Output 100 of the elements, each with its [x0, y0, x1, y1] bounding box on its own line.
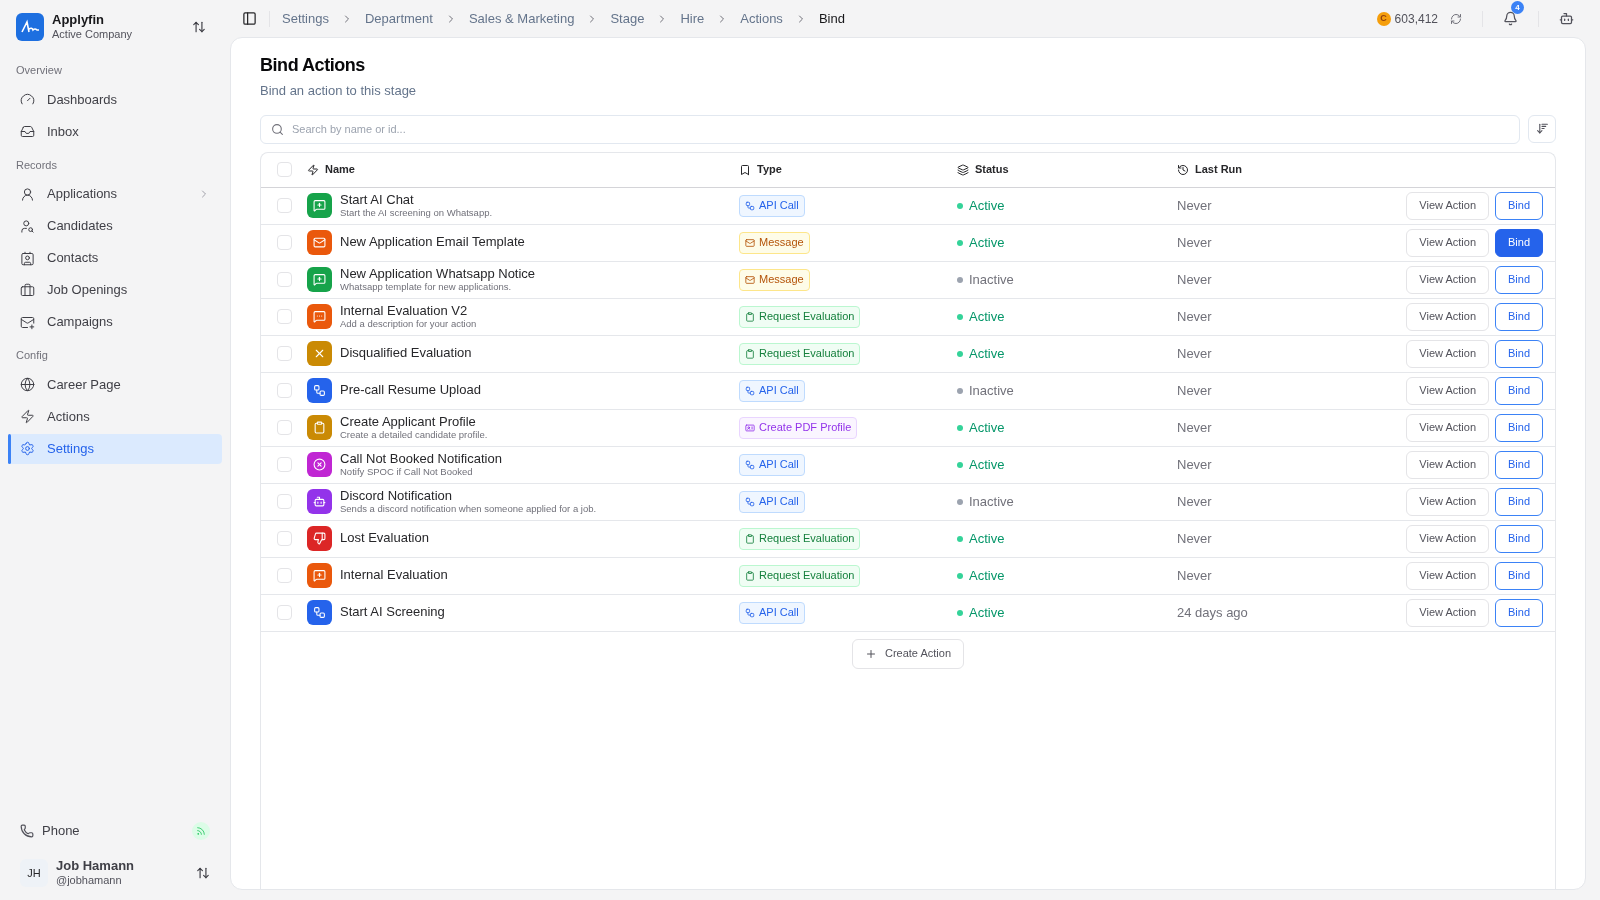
view-action-button[interactable]: View Action: [1406, 561, 1489, 590]
view-action-button[interactable]: View Action: [1406, 339, 1489, 368]
nav-item[interactable]: Inbox: [8, 116, 222, 147]
breadcrumb[interactable]: Actions: [740, 8, 783, 29]
row-checkbox[interactable]: [276, 457, 292, 472]
nav-item[interactable]: Contacts: [8, 243, 222, 273]
bind-button[interactable]: Bind: [1495, 191, 1543, 220]
action-name: Discord Notification: [340, 488, 453, 504]
view-action-button[interactable]: View Action: [1406, 191, 1489, 220]
row-checkbox[interactable]: [276, 568, 292, 583]
nav-item[interactable]: Career Page: [8, 369, 222, 400]
select-all-checkbox[interactable]: [276, 162, 292, 177]
row-checkbox[interactable]: [276, 420, 292, 435]
view-action-button[interactable]: View Action: [1406, 598, 1489, 627]
bind-button[interactable]: Bind: [1495, 302, 1543, 331]
plus-icon: [864, 647, 877, 660]
nav-item[interactable]: Settings: [8, 433, 222, 464]
notification-count: 4: [1511, 1, 1524, 14]
nav-item[interactable]: Campaigns: [8, 307, 222, 337]
search-icon: [271, 122, 284, 136]
action-name: Internal Evaluation V2: [340, 303, 469, 319]
breadcrumb[interactable]: Bind: [818, 8, 845, 29]
bind-button[interactable]: Bind: [1495, 265, 1543, 294]
bind-button[interactable]: Bind: [1495, 228, 1543, 257]
row-checkbox[interactable]: [276, 309, 292, 324]
globe-icon: [20, 377, 35, 392]
create-action-button[interactable]: Create Action: [851, 638, 964, 669]
column-header[interactable]: Last Run: [1195, 161, 1243, 178]
nodes-icon: [745, 496, 755, 507]
bind-button[interactable]: Bind: [1495, 487, 1543, 516]
breadcrumb[interactable]: Hire: [680, 8, 705, 29]
briefcase-icon: [20, 282, 35, 298]
row-checkbox[interactable]: [276, 494, 292, 509]
breadcrumb[interactable]: Stage: [610, 8, 645, 29]
action-name: Start AI Chat: [340, 192, 415, 208]
clipboard-icon: [745, 533, 755, 544]
bind-button[interactable]: Bind: [1495, 376, 1543, 405]
nav-item[interactable]: Applications: [8, 179, 222, 209]
breadcrumb[interactable]: Sales & Marketing: [468, 8, 575, 29]
row-checkbox[interactable]: [276, 605, 292, 620]
status-label: Active: [969, 603, 1005, 622]
coin-icon: C: [1376, 11, 1391, 26]
row-checkbox[interactable]: [276, 383, 292, 398]
view-action-button[interactable]: View Action: [1406, 302, 1489, 331]
refresh-icon[interactable]: [1450, 12, 1462, 25]
clipboard-icon: [745, 311, 755, 322]
sort-button[interactable]: [1528, 114, 1556, 143]
action-description: Start the AI screening on Whatsapp.: [340, 207, 493, 219]
type-badge: Request Evaluation: [739, 305, 861, 328]
sidebar-toggle-icon[interactable]: [242, 11, 257, 26]
type-badge: API Call: [739, 490, 805, 513]
robot-icon[interactable]: [1559, 11, 1574, 26]
user-search-icon: [20, 218, 35, 234]
bind-button[interactable]: Bind: [1495, 561, 1543, 590]
status-label: Inactive: [969, 270, 1014, 289]
last-run: Never: [1177, 567, 1212, 583]
view-action-button[interactable]: View Action: [1406, 228, 1489, 257]
row-checkbox[interactable]: [276, 198, 292, 213]
view-action-button[interactable]: View Action: [1406, 376, 1489, 405]
nav-item[interactable]: Dashboards: [8, 84, 222, 115]
column-header[interactable]: Status: [975, 161, 1009, 178]
switch-icon[interactable]: [196, 866, 210, 880]
bind-button[interactable]: Bind: [1495, 413, 1543, 442]
column-header[interactable]: Type: [757, 161, 782, 178]
row-checkbox[interactable]: [276, 531, 292, 546]
bell-icon[interactable]: [1503, 11, 1518, 26]
nodes-icon: [745, 607, 755, 618]
view-action-button[interactable]: View Action: [1406, 413, 1489, 442]
page-subtitle: Bind an action to this stage: [260, 82, 418, 100]
breadcrumb[interactable]: Department: [365, 8, 433, 29]
nav-item[interactable]: Job Openings: [8, 275, 222, 305]
bind-button[interactable]: Bind: [1495, 450, 1543, 479]
view-action-button[interactable]: View Action: [1406, 524, 1489, 553]
action-description: Whatsapp template for new applications.: [340, 281, 513, 293]
view-action-button[interactable]: View Action: [1406, 450, 1489, 479]
search-field[interactable]: Search by name or id...: [260, 114, 1520, 144]
view-action-button[interactable]: View Action: [1406, 487, 1489, 516]
view-action-button[interactable]: View Action: [1406, 265, 1489, 294]
bind-button[interactable]: Bind: [1495, 339, 1543, 368]
section-heading: Config: [15, 348, 49, 363]
page-title: Bind Actions: [260, 54, 366, 77]
phone-label[interactable]: Phone: [42, 821, 184, 841]
type-badge: API Call: [739, 453, 805, 476]
mail-icon: [20, 314, 35, 330]
status-label: Inactive: [969, 381, 1014, 400]
clipboard-icon: [745, 348, 755, 359]
action-description: Sends a discord notification when someone applied for a job.: [340, 503, 597, 515]
type-badge: API Call: [739, 379, 805, 402]
action-name: Lost Evaluation: [340, 531, 429, 546]
breadcrumb[interactable]: Settings: [282, 8, 329, 29]
switch-icon[interactable]: [192, 20, 206, 34]
row-checkbox[interactable]: [276, 235, 292, 250]
bind-button[interactable]: Bind: [1495, 598, 1543, 627]
column-header[interactable]: Name: [325, 161, 355, 178]
status-label: Inactive: [969, 492, 1014, 511]
bind-button[interactable]: Bind: [1495, 524, 1543, 553]
nav-item[interactable]: Candidates: [8, 211, 222, 241]
row-checkbox[interactable]: [276, 272, 292, 287]
row-checkbox[interactable]: [276, 346, 292, 361]
nav-item[interactable]: Actions: [8, 401, 222, 432]
